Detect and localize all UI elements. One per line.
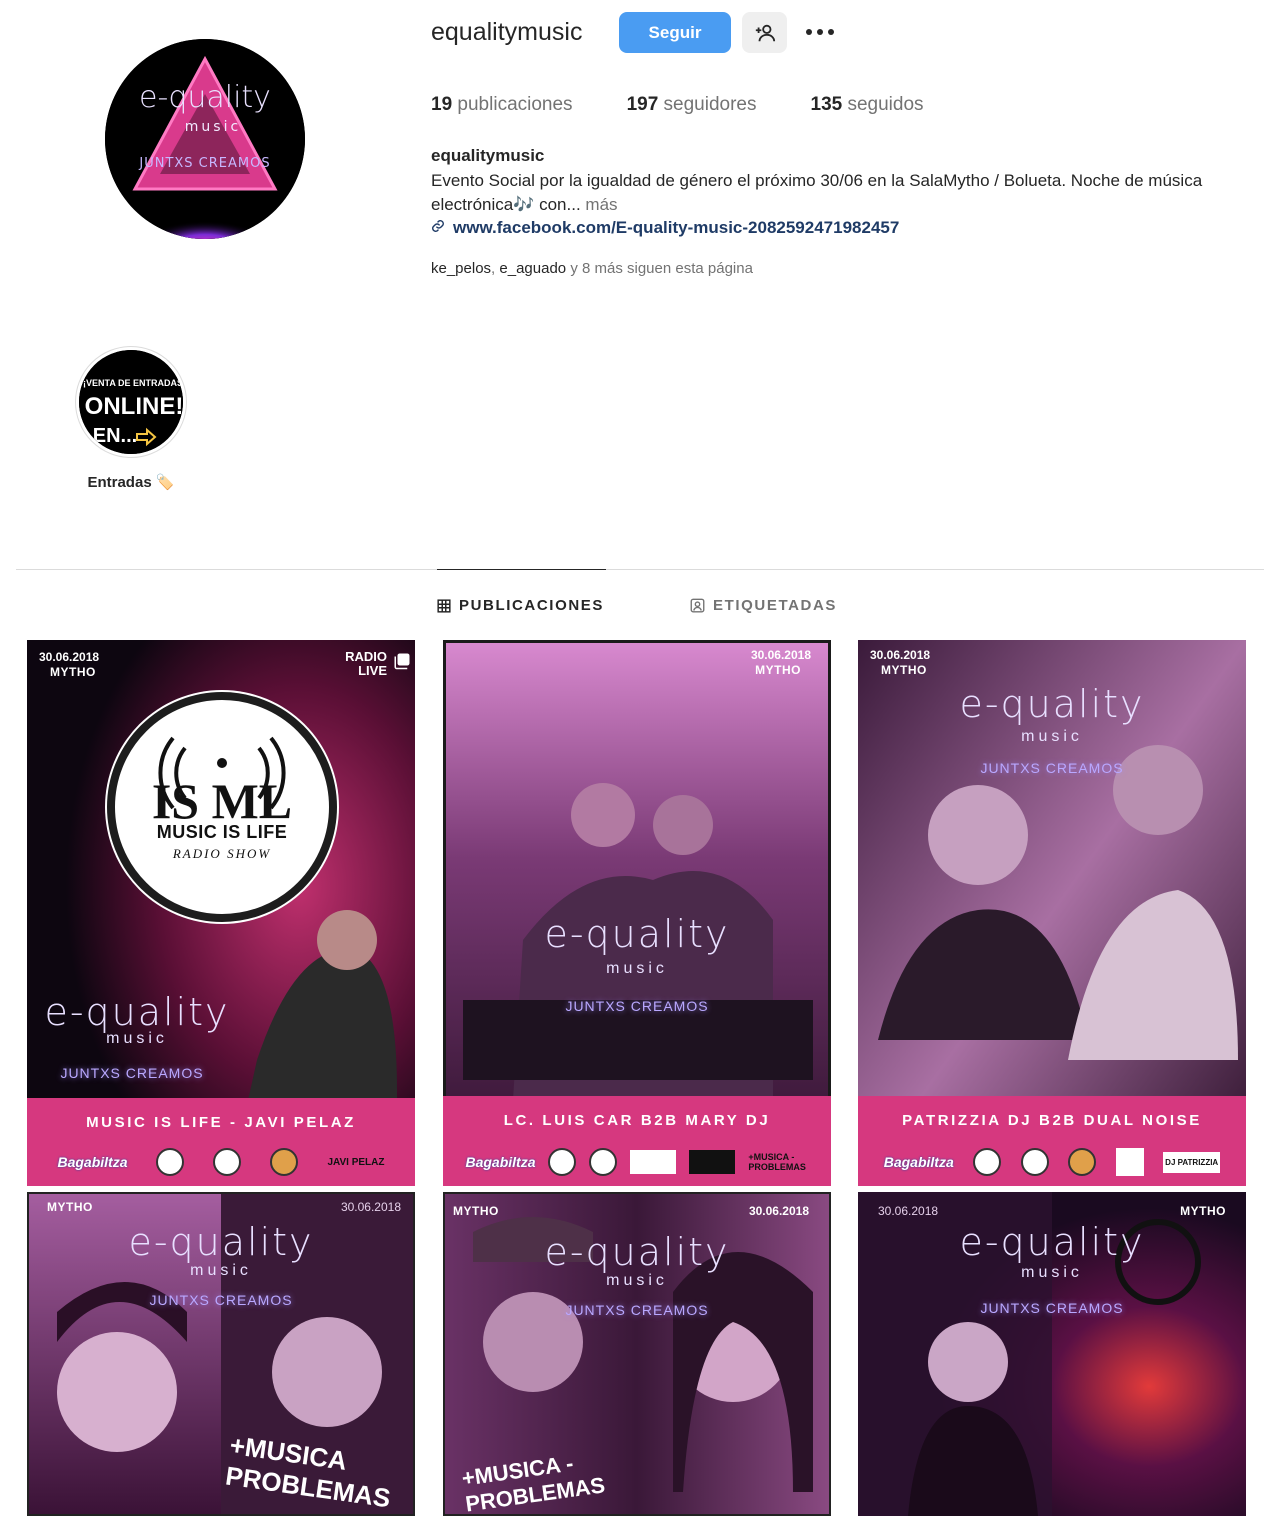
post-venue: MYTHO [755, 663, 801, 677]
badge-title: MUSIC IS LIFE [156, 822, 288, 842]
highlight-cover: ¡VENTA DE ENTRADAS ONLINE! EN... [79, 350, 183, 454]
post-tile[interactable]: 30.06.2018 MYTHO e-quality music JUNTXS … [27, 1192, 415, 1516]
sponsor-logo [270, 1148, 299, 1176]
post-venue: MYTHO [47, 1200, 93, 1214]
svg-text:e-quality: e-quality [139, 80, 271, 115]
svg-text:IS ML: IS ML [152, 773, 292, 828]
sponsor-logo [589, 1148, 618, 1176]
tabs-divider [16, 569, 1264, 570]
post-date: 30.06.2018 [870, 648, 931, 662]
post-sponsor-logos: Bagabiltza DJ PATRIZZIA [858, 1148, 1246, 1176]
sponsor-logo: +MUSICA -PROBLEMAS [748, 1152, 806, 1172]
link-icon [431, 216, 445, 240]
tab-publicaciones[interactable]: PUBLICACIONES [437, 569, 606, 641]
post-tagline: JUNTXS CREAMOS [565, 998, 709, 1014]
post-tagline: JUNTXS CREAMOS [565, 1302, 709, 1318]
post-date: 30.06.2018 [878, 1204, 939, 1218]
svg-text:music: music [185, 119, 241, 135]
sponsor-logo: DJ PATRIZZIA [1163, 1151, 1221, 1173]
sponsor-logo [973, 1148, 1002, 1176]
post-corner-text: RADIO LIVE [345, 649, 387, 678]
post-brand-sub: music [606, 960, 668, 977]
post-venue: MYTHO [50, 665, 96, 679]
post-date: 30.06.2018 [39, 650, 100, 664]
sponsor-logo [1020, 1148, 1049, 1176]
post-sponsor-logos: Bagabiltza JAVI PELAZ [27, 1148, 415, 1176]
profile-bio: Evento Social por la igualdad de género … [431, 171, 1203, 214]
sponsor-logo: Bagabiltza [57, 1154, 128, 1170]
follow-button[interactable]: Seguir [619, 12, 731, 53]
post-tile[interactable]: 30.06.2018 MYTHO e-quality music JUNTXS … [443, 640, 831, 1186]
svg-text:EN...: EN... [93, 425, 137, 447]
story-highlight-entradas[interactable]: ¡VENTA DE ENTRADAS ONLINE! EN... Entrada… [75, 346, 187, 491]
grid-icon [437, 598, 451, 613]
followed-by-text[interactable]: ke_pelos, e_aguado y 8 más siguen esta p… [431, 258, 753, 280]
post-brand: e-quality [544, 912, 730, 956]
add-person-icon [755, 24, 775, 41]
post-venue: MYTHO [1180, 1204, 1226, 1218]
post-band-text: PATRIZZIA DJ B2B DUAL NOISE [902, 1112, 1202, 1129]
bio-more-link[interactable]: más [585, 195, 617, 214]
avatar-logo: e-quality music JUNTXS CREAMOS [105, 39, 305, 239]
post-brand: e-quality [544, 1230, 730, 1274]
sponsor-logo [213, 1148, 242, 1176]
profile-full-name: equalitymusic [431, 146, 545, 165]
sponsor-logo [630, 1150, 677, 1174]
profile-stats: 19 publicaciones 197 seguidores 135 segu… [431, 91, 978, 119]
post-tagline: JUNTXS CREAMOS [60, 1065, 204, 1081]
post-tagline: JUNTXS CREAMOS [980, 760, 1124, 776]
post-brand: e-quality [959, 1220, 1145, 1264]
svg-text:¡VENTA DE ENTRADAS: ¡VENTA DE ENTRADAS [83, 378, 183, 388]
svg-text:JUNTXS CREAMOS: JUNTXS CREAMOS [138, 156, 270, 171]
post-brand-sub: music [1021, 1264, 1083, 1281]
post-brand-sub: music [1021, 728, 1083, 745]
suggest-accounts-button[interactable] [742, 12, 787, 53]
post-band-text: MUSIC IS LIFE - JAVI PELAZ [86, 1114, 356, 1131]
post-venue: MYTHO [453, 1204, 499, 1218]
post-brand-sub: music [106, 1030, 168, 1047]
sponsor-logo: Bagabiltza [465, 1154, 536, 1170]
followers-stat[interactable]: 197 seguidores [627, 91, 757, 119]
multiple-images-icon [393, 652, 411, 675]
sponsor-logo: Bagabiltza [883, 1154, 954, 1170]
post-tagline: JUNTXS CREAMOS [149, 1292, 293, 1308]
ellipsis-icon [806, 29, 834, 35]
profile-avatar[interactable]: e-quality music JUNTXS CREAMOS [105, 39, 305, 239]
profile-website-link[interactable]: www.facebook.com/E-quality-music-2082592… [431, 216, 899, 240]
sponsor-logo [1115, 1148, 1144, 1176]
post-date: 30.06.2018 [750, 648, 811, 662]
tab-etiquetadas[interactable]: ETIQUETADAS [690, 569, 837, 641]
highlight-ring: ¡VENTA DE ENTRADAS ONLINE! EN... [75, 346, 187, 458]
tagged-icon [690, 598, 705, 613]
post-brand: e-quality [959, 682, 1145, 726]
sponsor-logo [689, 1150, 736, 1174]
post-tile[interactable]: 30.06.2018 MYTHO RADIO LIVE IS ML MUSIC … [27, 640, 415, 1186]
profile-username: equalitymusic [431, 18, 583, 46]
post-brand-sub: music [190, 1262, 252, 1279]
sponsor-logo [156, 1148, 185, 1176]
post-date: 30.06.2018 [748, 1204, 809, 1218]
music-is-life-badge: IS ML MUSIC IS LIFE RADIO SHOW [107, 692, 337, 922]
post-band-text: LC. LUIS CAR B2B MARY DJ [503, 1112, 771, 1129]
post-brand-sub: music [606, 1272, 668, 1289]
post-brand: e-quality [128, 1220, 314, 1264]
post-brand: e-quality [44, 990, 230, 1034]
more-options-button[interactable] [800, 14, 840, 50]
highlight-label: Entradas 🏷️ [87, 474, 175, 491]
post-date: 30.06.2018 [340, 1200, 401, 1214]
post-sponsor-logos: Bagabiltza +MUSICA -PROBLEMAS [443, 1148, 831, 1176]
post-tile[interactable]: 30.06.2018 MYTHO e-quality music JUNTXS … [858, 1192, 1246, 1516]
post-venue: MYTHO [881, 663, 927, 677]
posts-stat: 19 publicaciones [431, 94, 573, 115]
badge-subtitle: RADIO SHOW [172, 846, 272, 861]
sponsor-logo: JAVI PELAZ [327, 1156, 385, 1168]
svg-text:ONLINE!: ONLINE! [85, 393, 183, 420]
post-tile[interactable]: 30.06.2018 MYTHO e-quality music JUNTXS … [858, 640, 1246, 1186]
sponsor-logo [1068, 1148, 1097, 1176]
sponsor-logo [548, 1148, 577, 1176]
post-tile[interactable]: 30.06.2018 MYTHO e-quality music JUNTXS … [443, 1192, 831, 1516]
following-stat[interactable]: 135 seguidos [811, 91, 924, 119]
post-tagline: JUNTXS CREAMOS [980, 1300, 1124, 1316]
